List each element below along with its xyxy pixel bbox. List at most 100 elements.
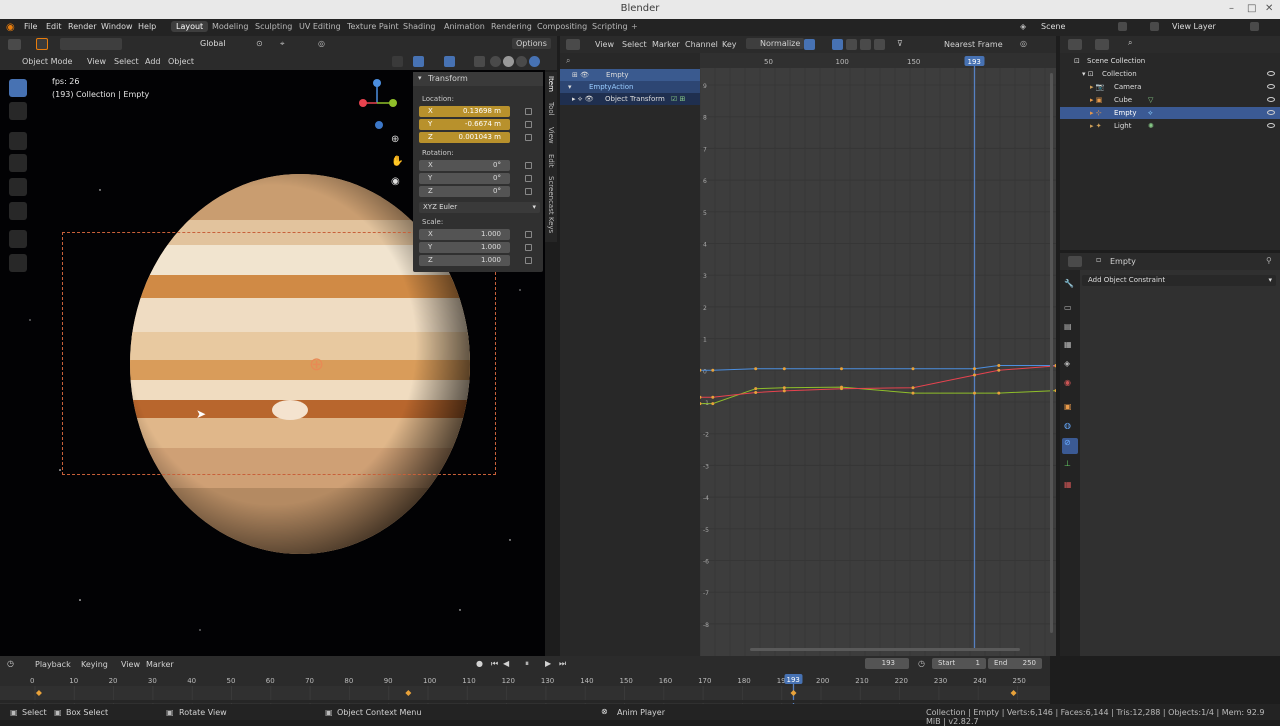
tab-texture-paint[interactable]: Texture Paint (342, 21, 404, 32)
proportional-icon[interactable]: ◎ (1020, 39, 1027, 48)
filter-icon[interactable]: ⊽ (897, 39, 903, 48)
keyframe-point[interactable] (972, 373, 976, 377)
overlay-icon[interactable] (444, 56, 455, 67)
orientation-dropdown[interactable]: Global (200, 39, 226, 48)
lock-icon[interactable] (525, 108, 532, 115)
scene-tab-icon[interactable]: ◈ (1064, 359, 1070, 368)
timeline-ruler[interactable]: 0 10 20 30 40 50 60 70 80 90 100 110 120 130 140 150 160… (0, 672, 1050, 704)
scale-z-field[interactable]: Z 1.000 (419, 255, 510, 266)
scale-y-field[interactable]: Y 1.000 (419, 242, 510, 253)
proportional-edit-icon[interactable]: ◎ (318, 39, 325, 48)
fcurve-line[interactable] (700, 386, 1056, 405)
channel-object-transform[interactable]: ▸ ⟡ 👁 Object Transform ☑ ⊞ (560, 93, 700, 105)
graph-menu-marker[interactable]: Marker (652, 40, 680, 49)
outliner-item-light[interactable]: ▸ ✦ Light ✺ (1060, 120, 1280, 132)
lock-icon[interactable] (525, 121, 532, 128)
scale-x-field[interactable]: X 1.000 (419, 229, 510, 240)
auto-normalize-icon[interactable] (804, 39, 815, 50)
render-tab-icon[interactable]: ▭ (1064, 303, 1072, 312)
tab-uv-editing[interactable]: UV Editing (294, 21, 346, 32)
output-tab-icon[interactable]: ▤ (1064, 322, 1072, 331)
fcurve-area[interactable]: 9876543210-1-2-3-4-5-6-7-850 100 150 193 (700, 53, 1056, 656)
keyframe-point[interactable] (754, 367, 758, 371)
shading-wire-icon[interactable] (490, 56, 501, 67)
tab-edit[interactable]: Edit (547, 154, 555, 168)
keyframe-point[interactable] (972, 367, 976, 371)
options-dropdown[interactable]: Options (512, 38, 551, 49)
rotation-y-field[interactable]: Y 0° (419, 173, 510, 184)
add-workspace-icon[interactable]: + (631, 22, 638, 31)
view-layer-name[interactable]: View Layer (1172, 22, 1216, 31)
tab-compositing[interactable]: Compositing (532, 21, 592, 32)
location-y-field[interactable]: Y -0.6674 m (419, 119, 510, 130)
select-tool-icon[interactable] (36, 38, 48, 50)
tab-item[interactable]: Item (547, 76, 555, 92)
pivot-icon[interactable]: ⊙ (256, 39, 263, 48)
keyframe-point[interactable] (997, 391, 1001, 395)
graph-editor-type-icon[interactable] (566, 39, 580, 50)
keyframe-point[interactable] (700, 395, 702, 399)
ghost-icon[interactable] (874, 39, 885, 50)
timeline-keyframe[interactable] (405, 690, 412, 696)
pin-icon[interactable]: ⚲ (1266, 256, 1272, 265)
menu-edit[interactable]: Edit (46, 22, 62, 31)
graph-menu-view[interactable]: View (595, 40, 614, 49)
visibility-icon[interactable] (392, 56, 403, 67)
timeline-area[interactable]: 0 10 20 30 40 50 60 70 80 90 100 110 120 130 140 150 160… (0, 672, 1050, 704)
visibility-eye-icon[interactable] (1267, 123, 1275, 128)
measure-tool-icon[interactable] (9, 254, 27, 272)
snap-icon[interactable]: ⌖ (280, 39, 285, 49)
shading-rendered-icon[interactable] (529, 56, 540, 67)
outliner-search-icon[interactable]: ⌕ (1128, 38, 1132, 48)
tab-animation[interactable]: Animation (439, 21, 490, 32)
editor-type-icon[interactable] (8, 39, 21, 50)
timeline-editor-type-icon[interactable]: ◷ (7, 659, 14, 668)
record-button[interactable]: ● (476, 659, 483, 668)
zoom-icon[interactable]: ⊕ (391, 134, 399, 145)
lock-icon[interactable] (525, 244, 532, 251)
annotate-tool-icon[interactable] (9, 230, 27, 248)
scene-name[interactable]: Scene (1041, 22, 1065, 31)
pause-button[interactable]: ⏸ (525, 659, 529, 669)
display-mode-icon[interactable] (1095, 39, 1109, 50)
tab-rendering[interactable]: Rendering (486, 21, 537, 32)
lock-icon[interactable] (525, 134, 532, 141)
minimize-button[interactable]: – (1229, 3, 1234, 14)
outliner-item-camera[interactable]: ▸ 📷 Camera (1060, 81, 1280, 93)
location-z-field[interactable]: Z 0.001043 m (419, 132, 510, 143)
graph-menu-channel[interactable]: Channel (685, 40, 718, 49)
shading-material-icon[interactable] (516, 56, 527, 67)
blender-logo-icon[interactable]: ◉ (6, 22, 15, 33)
keyframe-point[interactable] (911, 391, 915, 395)
tab-tool[interactable]: Tool (547, 102, 555, 116)
start-frame-field[interactable]: Start 1 (932, 658, 986, 669)
modifier-tab-icon[interactable]: ◍ (1064, 421, 1071, 430)
keyframe-point[interactable] (700, 402, 702, 406)
timeline-keyframe[interactable] (1010, 690, 1017, 696)
keyframe-point[interactable] (711, 368, 715, 372)
new-view-layer-icon[interactable] (1250, 22, 1259, 31)
menu-file[interactable]: File (24, 22, 37, 31)
texture-tab-icon[interactable]: ▦ (1064, 480, 1072, 489)
location-x-field[interactable]: X 0.13698 m (419, 106, 510, 117)
timeline-scrollbar[interactable] (0, 700, 1050, 703)
current-frame-field[interactable]: 193 (865, 658, 909, 669)
keyframe-point[interactable] (700, 368, 702, 372)
viewport-menu-object[interactable]: Object (168, 57, 194, 66)
status-anim-player[interactable]: Anim Player (617, 708, 665, 717)
select-mode-buttons[interactable] (60, 38, 122, 50)
visibility-eye-icon[interactable] (1267, 110, 1275, 115)
view-layer-tab-icon[interactable]: ▦ (1064, 340, 1072, 349)
data-tab-icon[interactable]: ⊥ (1064, 459, 1071, 468)
graph-canvas[interactable]: 9 8 7 6 5 4 3 2 1 0 -1 -2 -3 -4 -5 -6 -7 -8 50 100 150 193 (700, 53, 1056, 656)
move-tool-icon[interactable] (9, 132, 27, 150)
keyframe-point[interactable] (754, 390, 758, 394)
only-selected-icon[interactable] (832, 39, 843, 50)
menu-help[interactable]: Help (138, 22, 156, 31)
timeline-keyframe[interactable] (35, 690, 42, 696)
visibility-eye-icon[interactable] (1267, 71, 1275, 76)
outliner-item-empty[interactable]: ▸ ⊹ Empty ⟡ (1060, 107, 1280, 119)
keyframe-point[interactable] (972, 391, 976, 395)
view-layer-icon[interactable] (1150, 22, 1159, 31)
keyframe-point[interactable] (997, 364, 1001, 368)
